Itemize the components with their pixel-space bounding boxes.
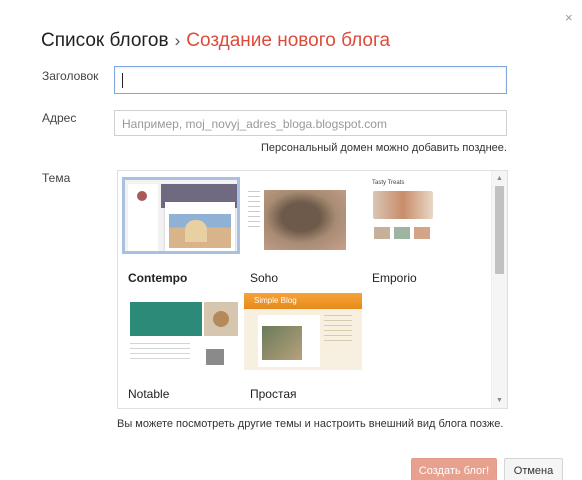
- theme-label: Тема: [42, 171, 71, 185]
- breadcrumb-separator-icon: ›: [174, 31, 181, 50]
- preview-heading: Tasty Treats: [372, 180, 405, 186]
- themes-scrollbar[interactable]: ▲ ▼: [491, 171, 507, 408]
- cancel-button[interactable]: Отмена: [504, 458, 563, 480]
- page-title: Создание нового блога: [186, 30, 391, 51]
- title-input[interactable]: [114, 66, 507, 94]
- theme-preview-contempo: [122, 177, 240, 254]
- address-input[interactable]: Например, moj_novyj_adres_bloga.blogspot…: [114, 110, 507, 136]
- address-placeholder: Например, moj_novyj_adres_bloga.blogspot…: [122, 117, 387, 131]
- title-label: Заголовок: [42, 69, 99, 83]
- scrollbar-thumb[interactable]: [495, 186, 504, 274]
- theme-name: Простая: [250, 387, 297, 401]
- address-hint: Персональный домен можно добавить поздне…: [261, 142, 507, 154]
- theme-preview-emporio: Tasty Treats: [366, 177, 484, 254]
- theme-name: Soho: [250, 271, 279, 285]
- themes-hint: Вы можете посмотреть другие темы и настр…: [117, 418, 504, 430]
- theme-name: Notable: [128, 387, 170, 401]
- theme-name: Contempo: [128, 271, 188, 285]
- breadcrumb: Список блогов › Создание нового блога: [41, 30, 390, 52]
- breadcrumb-parent-link[interactable]: Список блогов: [41, 30, 169, 51]
- theme-picker: Contempo Soho Tasty Treats Emporio Notab: [117, 170, 508, 409]
- cat-photo: [264, 190, 346, 250]
- theme-preview-notable: [122, 293, 240, 370]
- theme-preview-simple: Simple Blog: [244, 293, 362, 370]
- theme-name: Emporio: [372, 271, 417, 285]
- text-caret: [122, 73, 123, 88]
- address-label: Адрес: [42, 111, 77, 125]
- close-icon[interactable]: ×: [565, 10, 573, 25]
- theme-preview-soho: [244, 177, 362, 254]
- scroll-down-icon[interactable]: ▼: [496, 397, 503, 404]
- create-blog-button[interactable]: Создать блог!: [411, 458, 497, 480]
- scroll-up-icon[interactable]: ▲: [496, 175, 503, 182]
- avatar: [137, 191, 147, 201]
- preview-heading: Simple Blog: [254, 296, 297, 305]
